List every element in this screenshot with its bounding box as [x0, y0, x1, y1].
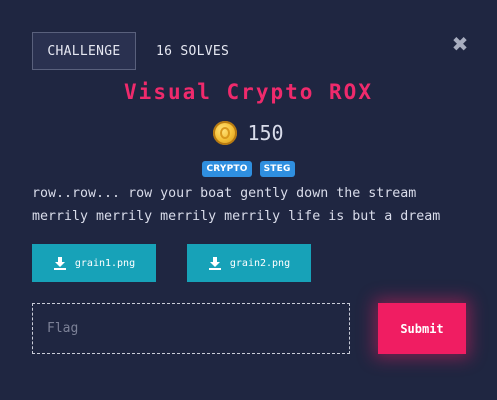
tag-badge: CRYPTO — [202, 161, 252, 177]
close-icon[interactable]: ✖ — [450, 34, 470, 54]
description-line: merrily merrily merrily merrily life is … — [32, 209, 441, 224]
flag-input[interactable] — [32, 303, 350, 354]
file-download-button[interactable]: grain1.png — [32, 244, 156, 282]
tab-challenge[interactable]: CHALLENGE — [32, 32, 136, 70]
tag-list: CRYPTO STEG — [0, 161, 497, 177]
submit-button[interactable]: Submit — [378, 303, 466, 354]
file-download-button[interactable]: grain2.png — [187, 244, 311, 282]
challenge-title: Visual Crypto ROX — [124, 80, 373, 104]
download-icon — [53, 257, 66, 270]
challenge-points: 150 — [247, 121, 284, 145]
challenge-description: row..row... row your boat gently down th… — [32, 182, 472, 228]
points-row: 150 — [0, 118, 497, 148]
tab-solves[interactable]: 16 SOLVES — [156, 32, 229, 70]
file-name: grain1.png — [74, 257, 136, 269]
file-name: grain2.png — [229, 257, 291, 269]
challenge-modal: CHALLENGE 16 SOLVES ✖ Visual Crypto ROX … — [0, 0, 497, 400]
coin-icon — [213, 121, 238, 145]
tag-badge: STEG — [259, 161, 295, 177]
description-line: row..row... row your boat gently down th… — [32, 186, 417, 201]
download-icon — [208, 257, 221, 270]
